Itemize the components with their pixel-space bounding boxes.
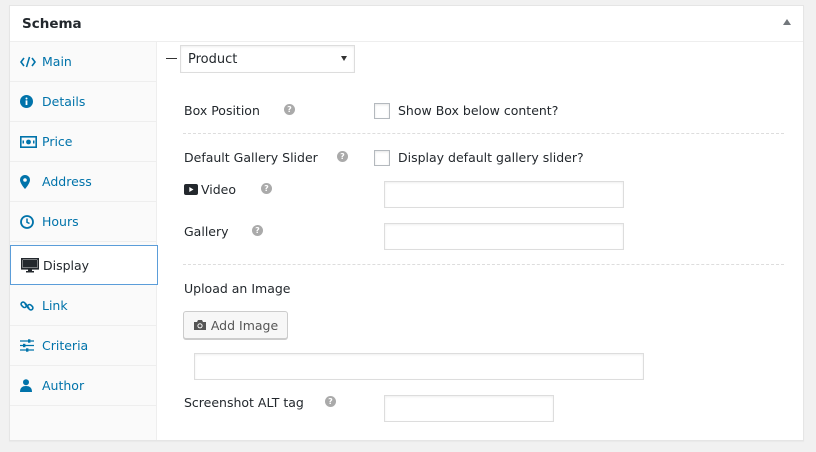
tab-link[interactable]: Link	[10, 286, 156, 326]
tab-author[interactable]: Author	[10, 366, 156, 406]
schema-type-select[interactable]: Product	[180, 45, 355, 73]
show-box-below-label[interactable]: Show Box below content?	[398, 103, 558, 118]
screenshot-alt-tag-label: Screenshot ALT tag	[184, 395, 304, 410]
tab-label: Display	[43, 257, 90, 273]
gallery-label: Gallery	[184, 224, 229, 239]
upload-image-label: Upload an Image	[184, 281, 291, 296]
tab-label: Price	[42, 134, 73, 149]
metabox-title: Schema	[22, 16, 82, 32]
map-marker-icon	[20, 174, 40, 189]
help-icon[interactable]: ?	[252, 225, 263, 236]
minus-icon	[166, 58, 177, 59]
tab-label: Details	[42, 94, 86, 109]
display-gallery-slider-checkbox[interactable]	[374, 150, 390, 166]
clock-icon	[20, 214, 40, 229]
camera-icon	[193, 319, 207, 331]
alt-tag-input[interactable]	[384, 395, 554, 422]
tab-details[interactable]: Details	[10, 82, 156, 122]
info-circle-icon	[20, 95, 40, 108]
show-box-below-checkbox[interactable]	[374, 103, 390, 119]
tab-label: Hours	[42, 214, 79, 229]
tab-label: Address	[42, 174, 92, 189]
tab-label: Link	[42, 298, 68, 313]
default-gallery-slider-label: Default Gallery Slider	[184, 150, 318, 165]
help-icon[interactable]: ?	[325, 396, 336, 407]
money-icon	[20, 135, 40, 148]
desktop-icon	[21, 257, 41, 273]
tab-display[interactable]: Display	[10, 245, 158, 285]
tab-price[interactable]: Price	[10, 122, 156, 162]
arrow-up-icon[interactable]	[783, 19, 791, 25]
section-divider	[183, 133, 784, 134]
video-input[interactable]	[384, 181, 624, 208]
box-position-label: Box Position	[184, 103, 260, 118]
help-icon[interactable]: ?	[284, 104, 295, 115]
select-value: Product	[188, 51, 238, 67]
add-image-label: Add Image	[210, 317, 279, 333]
caret-down-icon	[341, 56, 347, 61]
metabox-header[interactable]: Schema	[10, 6, 803, 42]
tab-address[interactable]: Address	[10, 162, 156, 202]
help-icon[interactable]: ?	[261, 183, 272, 194]
tab-criteria[interactable]: Criteria	[10, 326, 156, 366]
tab-label: Criteria	[42, 338, 89, 353]
tab-label: Main	[42, 54, 72, 69]
tab-hours[interactable]: Hours	[10, 202, 156, 242]
user-icon	[20, 379, 40, 392]
display-gallery-slider-label[interactable]: Display default gallery slider?	[398, 150, 584, 165]
link-icon	[20, 299, 40, 313]
image-url-input[interactable]	[194, 353, 644, 380]
sliders-icon	[20, 339, 40, 352]
add-image-button[interactable]: Add Image	[183, 311, 288, 339]
video-label: Video	[201, 182, 237, 197]
gallery-input[interactable]	[384, 223, 624, 250]
schema-tabs: Main Details Price Address Hours Display…	[10, 42, 158, 440]
help-icon[interactable]: ?	[337, 151, 348, 162]
tab-main[interactable]: Main	[10, 42, 156, 82]
youtube-play-icon	[184, 184, 198, 195]
schema-metabox: Schema Main Details Price Address Hours …	[9, 5, 804, 441]
code-icon	[20, 56, 40, 68]
section-divider	[183, 264, 784, 265]
tab-label: Author	[42, 378, 85, 393]
display-panel: Product Box Position ? Show Box below co…	[157, 42, 803, 440]
